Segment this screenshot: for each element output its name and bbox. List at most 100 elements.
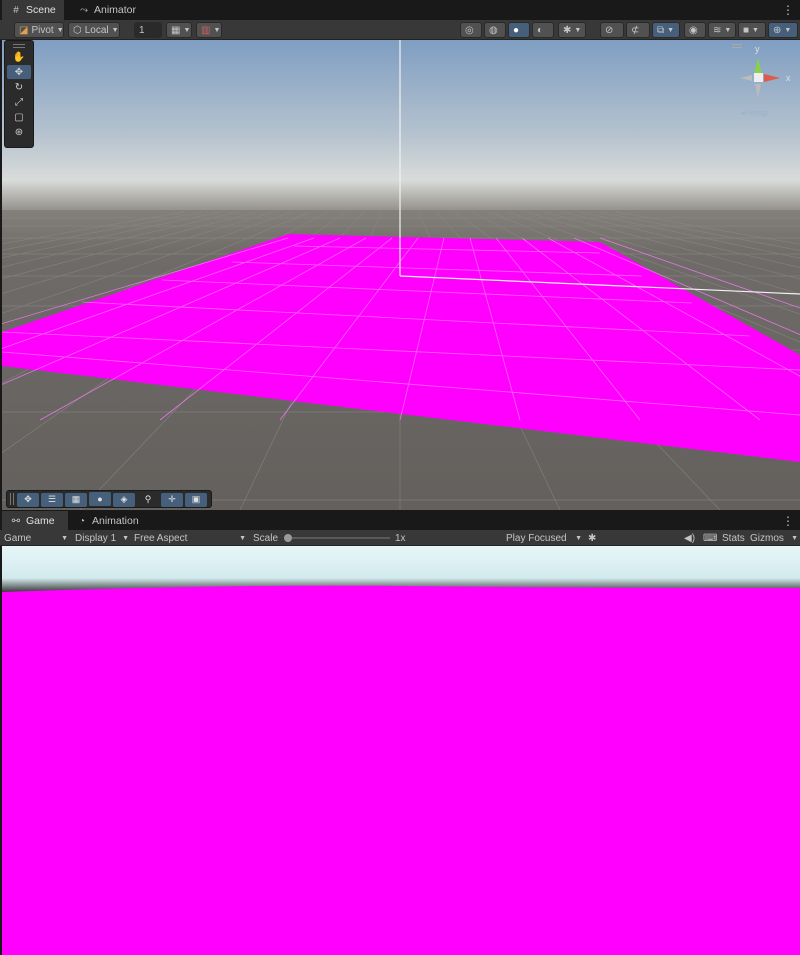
pivot-icon: ◪ (19, 24, 29, 36)
shaded-wireframe-button[interactable]: ◍ (484, 22, 506, 38)
hand-tool-icon[interactable]: ✋ (7, 50, 31, 64)
game-menu-icon[interactable]: ⋮ (782, 513, 794, 529)
move-overlay-icon[interactable]: ✥ (17, 492, 39, 507)
layers-dropdown[interactable]: ≋ ▼ (708, 22, 736, 38)
scene-viewport[interactable]: ✋ ✥ ↻ ⤢ ▢ ⊛ y x ◂Persp ✥ ☰ ▦ ● ◈ ⚲ ✛ ▣ (2, 40, 800, 510)
effects-toggle-button[interactable]: ⧉ ▼ (652, 22, 680, 38)
snap-value: 1 (139, 24, 145, 36)
camera-icon: ■ (743, 24, 750, 36)
keyboard-icon[interactable]: ⌨ (703, 530, 717, 546)
local-label: Local (84, 24, 109, 36)
chevron-down-icon: ▼ (724, 26, 732, 34)
snap-increment-field[interactable]: 1 (134, 22, 162, 38)
2d-toggle-button[interactable]: ⊘ (600, 22, 624, 38)
chevron-down-icon: ▼ (213, 26, 221, 34)
bug-icon[interactable]: ✱ (588, 530, 596, 546)
move-tool-icon[interactable]: ✥ (7, 65, 31, 79)
aspect-select[interactable]: Free Aspect ▼ (134, 530, 246, 546)
chevron-down-icon: ▼ (667, 26, 675, 34)
increment-snap-button[interactable]: ▥ ▼ (196, 22, 222, 38)
game-view-select[interactable]: Game ▼ (4, 530, 68, 546)
search-icon[interactable]: ⚲ (137, 492, 159, 507)
pivot-dropdown[interactable]: ◪ Pivot ▼ (14, 22, 64, 38)
tab-animation[interactable]: ◔ Animation (68, 511, 147, 531)
overlay-drag-handle[interactable] (10, 493, 14, 505)
scene-menu-icon[interactable]: ⋮ (782, 2, 794, 18)
orientation-gizmo[interactable]: y x ◂Persp (724, 44, 796, 124)
audio-toggle-button[interactable]: ⊄ (626, 22, 650, 38)
chevron-down-icon: ▼ (752, 26, 759, 34)
tab-game[interactable]: ⚯ Game (2, 511, 68, 531)
scale-value-text: 1x (395, 532, 406, 544)
chevron-down-icon: ▼ (111, 26, 119, 34)
display-select[interactable]: Display 1 ▼ (75, 530, 129, 546)
scale-tool-icon[interactable]: ⤢ (7, 95, 31, 109)
tab-game-label: Game (26, 515, 55, 527)
grid-icon: # (13, 4, 19, 16)
play-mode-value: Play Focused (506, 532, 567, 544)
transform-tool-icon[interactable]: ⊛ (7, 125, 31, 139)
speaker-icon[interactable]: ◀) (684, 530, 695, 546)
grid-snap-button[interactable]: ▦ ▼ (166, 22, 192, 38)
sphere-icon: ● (513, 24, 520, 36)
camera-dropdown[interactable]: ■ ▼ (738, 22, 766, 38)
tool-palette: ✋ ✥ ↻ ⤢ ▢ ⊛ (4, 40, 34, 148)
gizmos-select[interactable]: Gizmos ▼ (750, 530, 798, 546)
stats-button[interactable]: Stats (722, 530, 745, 546)
camera-preview-icon[interactable]: ▣ (185, 492, 207, 507)
chevron-down-icon: ▼ (122, 534, 129, 542)
mute-icon: ⊄ (631, 24, 640, 36)
chevron-down-icon: ▼ (575, 534, 582, 542)
gizmo-icon: ⊕ (773, 24, 782, 36)
navmesh-icon[interactable]: ◈ (113, 492, 135, 507)
scene-visibility-button[interactable]: ◉ (684, 22, 706, 38)
gamepad-icon: ⚯ (11, 515, 21, 527)
globe-wire-icon: ◎ (465, 24, 474, 36)
gizmo-drag-handle[interactable] (732, 44, 742, 48)
game-plane (2, 585, 800, 955)
persp-label[interactable]: ◂Persp (740, 108, 768, 119)
x-axis-label: x (786, 73, 791, 83)
layers-icon: ⧉ (657, 24, 665, 36)
local-dropdown[interactable]: ⬡ Local ▼ (68, 22, 120, 38)
chevron-down-icon: ▼ (791, 534, 798, 542)
game-viewport[interactable] (2, 546, 800, 955)
stack-icon: ≋ (713, 24, 722, 36)
drag-handle[interactable] (13, 44, 25, 48)
wireframe-shading-button[interactable]: ◎ (460, 22, 482, 38)
play-mode-select[interactable]: Play Focused ▼ (506, 530, 582, 546)
tab-scene[interactable]: # Scene (2, 0, 64, 20)
rotate-tool-icon[interactable]: ↻ (7, 80, 31, 94)
sphere-overlay-icon[interactable]: ● (89, 492, 111, 506)
clock-icon: ◔ (78, 515, 86, 527)
scale-slider[interactable] (284, 534, 390, 542)
gizmos-dropdown[interactable]: ⊕ ▼ (768, 22, 798, 38)
chevron-down-icon: ▼ (56, 26, 64, 34)
scale-slider-thumb[interactable] (284, 534, 292, 542)
rect-tool-icon[interactable]: ▢ (7, 110, 31, 124)
shaded-button[interactable]: ● (508, 22, 530, 38)
game-render (2, 546, 800, 955)
chevron-down-icon: ▼ (784, 26, 792, 34)
scene-render (2, 40, 800, 510)
chevron-down-icon: ▼ (574, 26, 582, 34)
scene-toolbar: ◪ Pivot ▼ ⬡ Local ▼ 1 ▦ ▼ ▥ ▼ ◎ ◍ ● ◐ ✱ ▼ ⊘… (0, 20, 800, 40)
tab-animator[interactable]: ⤳ Animator (70, 0, 144, 20)
persp-text: Persp (744, 108, 769, 118)
chevron-down-icon: ▼ (239, 534, 246, 542)
animator-icon: ⤳ (80, 4, 88, 16)
debug-draw-mode-button[interactable]: ✱ ▼ (558, 22, 586, 38)
grid-visibility-icon[interactable]: ▦ (65, 492, 87, 507)
overlay-toolbar: ✥ ☰ ▦ ● ◈ ⚲ ✛ ▣ (6, 490, 212, 508)
magnet-icon: ▥ (201, 24, 211, 36)
game-tab-bar: ⚯ Game ◔ Animation ⋮ (0, 511, 800, 531)
eye-icon: ◉ (689, 24, 698, 36)
transform-overlay-icon[interactable]: ✛ (161, 492, 183, 507)
align-icon[interactable]: ☰ (41, 492, 63, 507)
grid-snap-icon: ▦ (171, 24, 181, 36)
unlit-button[interactable]: ◐ (532, 22, 554, 38)
sphere-outline-icon: ◐ (537, 24, 544, 36)
game-view-value: Game (4, 532, 32, 544)
pivot-label: Pivot (31, 24, 54, 36)
stats-label: Stats (722, 532, 745, 544)
